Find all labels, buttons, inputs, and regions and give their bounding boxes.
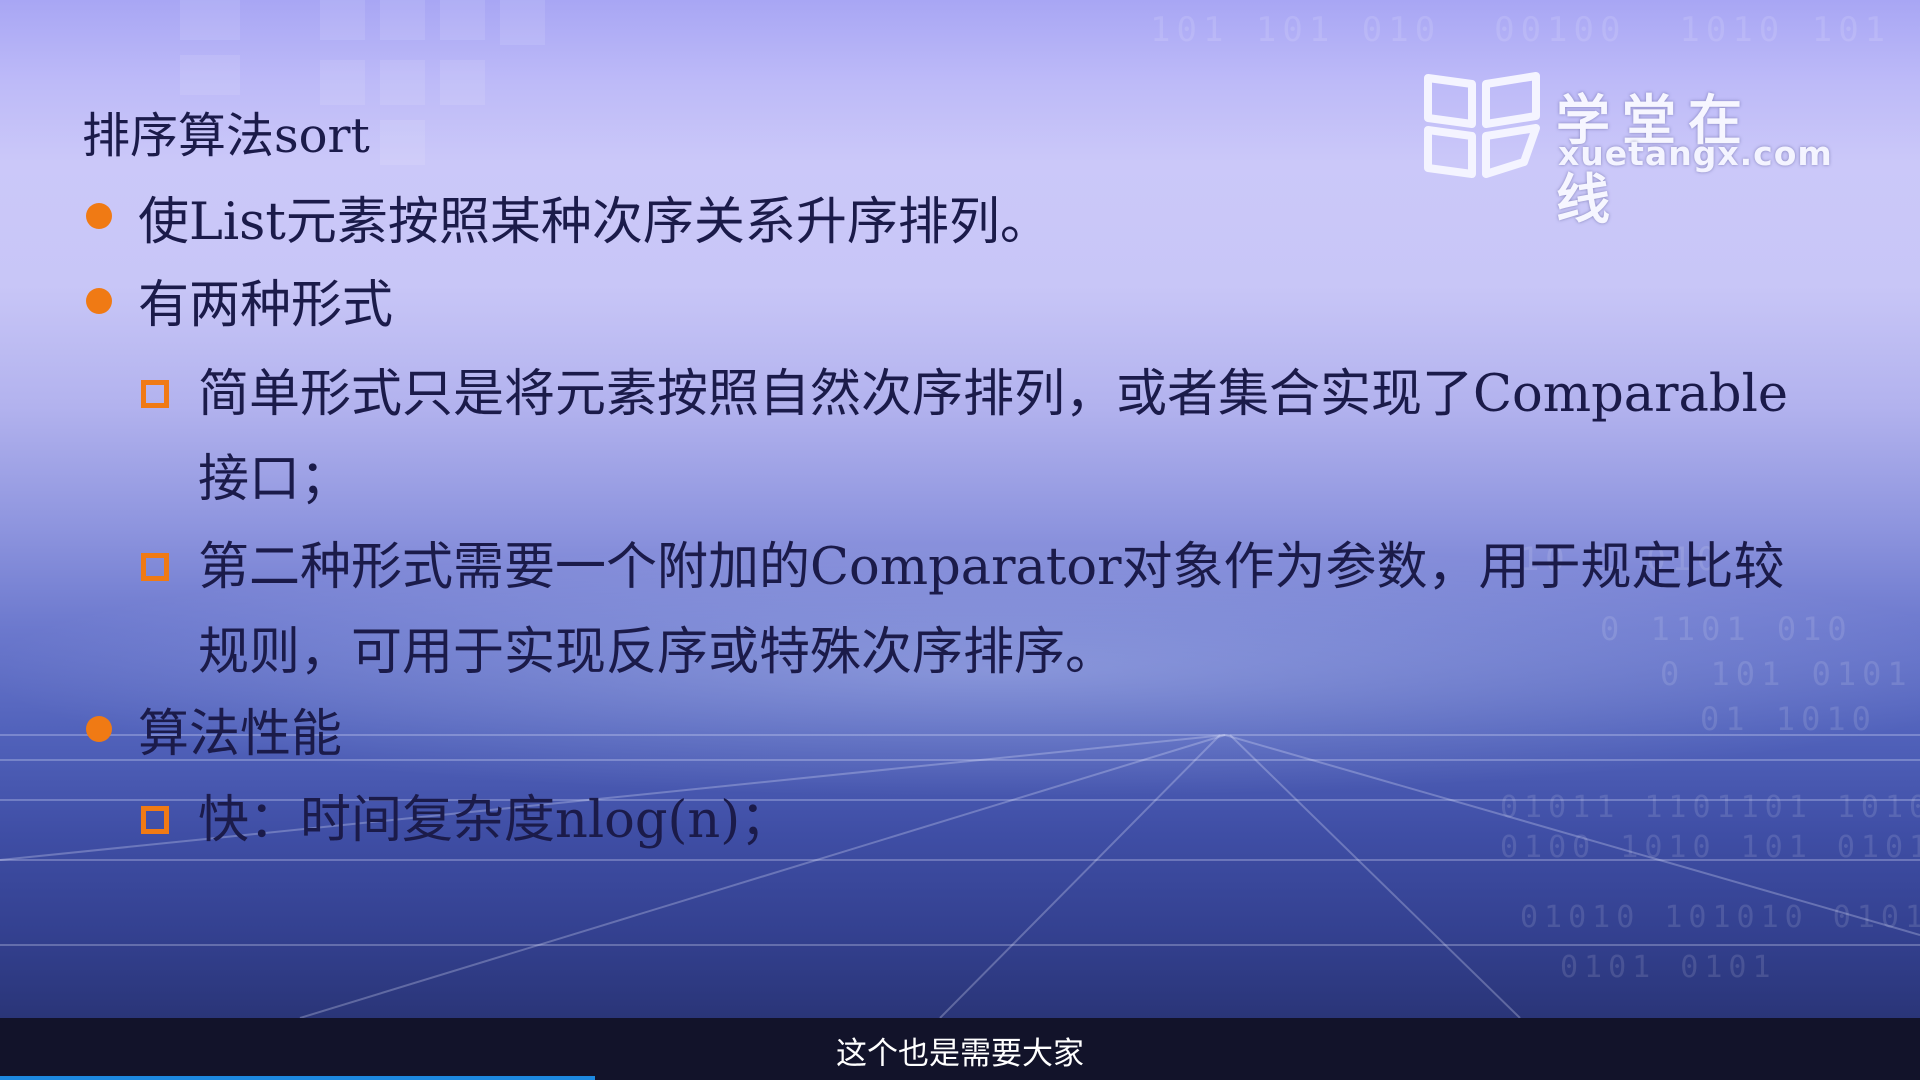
subtitle-text: 这个也是需要大家 [836, 1036, 1084, 1072]
sub-bullet-item: 快：时间复杂度nlog(n)； [198, 791, 792, 850]
bullet-dot-icon [86, 288, 112, 314]
sub-bullet-square-icon [141, 553, 169, 581]
sub-bullet-square-icon [141, 380, 169, 408]
bullet-item: 算法性能 [138, 705, 343, 764]
sub-bullet-item: 简单形式只是将元素按照自然次序排列，或者集合实现了Comparable [198, 365, 1789, 424]
sub-bullet-continuation: 接口； [198, 450, 352, 509]
logo-domain: xuetangx.com [1558, 134, 1833, 173]
bullet-item: 使List元素按照某种次序关系升序排列。 [138, 193, 1051, 252]
sub-bullet-item: 第二种形式需要一个附加的Comparator对象作为参数，用于规定比较 [198, 538, 1785, 597]
lecture-slide: 101 101 010 00100 1010 101 01 10 1 010 0… [0, 0, 1920, 1018]
playback-progress-bar[interactable] [0, 1076, 596, 1080]
sub-bullet-square-icon [141, 806, 169, 834]
subtitle-bar: 这个也是需要大家 [0, 1018, 1920, 1080]
bullet-item: 有两种形式 [138, 276, 394, 335]
slide-title: 排序算法sort [82, 108, 370, 164]
bullet-dot-icon [86, 716, 112, 742]
book-logo-icon [1424, 72, 1540, 178]
bullet-dot-icon [86, 203, 112, 229]
sub-bullet-continuation: 规则，可用于实现反序或特殊次序排序。 [198, 623, 1117, 682]
xuetangx-logo: 学堂在线 xuetangx.com [1420, 70, 1832, 231]
